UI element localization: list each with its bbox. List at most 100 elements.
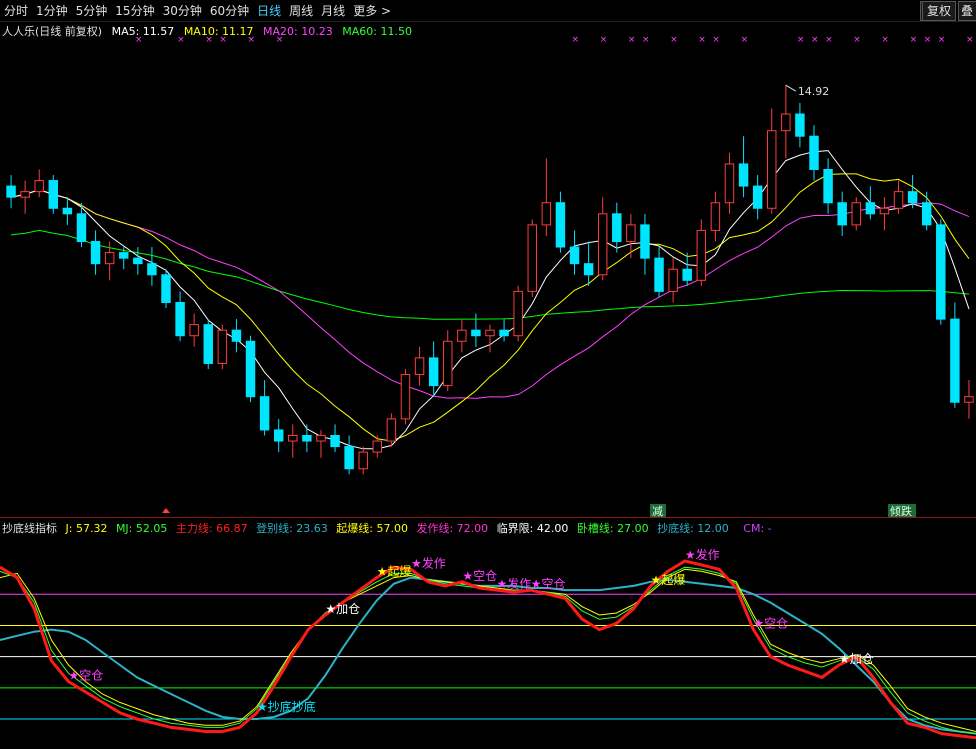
candle	[485, 324, 495, 353]
ma20-line	[10, 189, 970, 399]
candle-body	[851, 202, 861, 226]
candle	[6, 175, 16, 209]
candle-body	[386, 418, 397, 442]
tab-monthly[interactable]: 月线	[317, 2, 349, 19]
candle	[273, 418, 284, 453]
signal-label: ★发作	[497, 576, 532, 591]
candle	[386, 413, 397, 447]
candle	[795, 102, 805, 148]
candle	[823, 158, 833, 214]
candle	[809, 125, 819, 181]
candle-body	[344, 446, 354, 470]
sell-x-marker: ×	[670, 35, 678, 45]
tab-30min[interactable]: 30分钟	[159, 2, 206, 19]
candle-body	[921, 202, 932, 226]
candle-body	[175, 301, 185, 337]
candle-body	[90, 241, 101, 265]
candle	[189, 313, 199, 347]
candle-body	[104, 252, 115, 265]
indicator-series-line	[0, 559, 976, 740]
candle-body	[372, 440, 383, 453]
candle-body	[879, 207, 890, 215]
indicator-series-line	[0, 576, 976, 735]
candle-body	[217, 329, 228, 364]
sell-x-marker: ×	[938, 35, 946, 45]
candle	[259, 380, 270, 436]
indicator-chart[interactable]: ★空仓★加仓★起爆★发作★空仓★发作 ★空仓 ★起爆★发作★空仓★加仓★抄底抄底	[0, 532, 976, 749]
candle-body	[640, 224, 650, 259]
tab-5min[interactable]: 5分钟	[72, 2, 112, 19]
pane-divider[interactable]	[0, 517, 976, 518]
candle-body	[569, 246, 580, 265]
candle-body	[597, 213, 608, 276]
sell-x-marker: ×	[966, 35, 974, 45]
candle-body	[767, 130, 777, 209]
candle-body	[471, 329, 481, 337]
tab-15min[interactable]: 15分钟	[111, 2, 158, 19]
candle-body	[809, 135, 819, 170]
candle	[316, 429, 326, 458]
candle-body	[203, 324, 213, 364]
sell-x-marker: ×	[219, 35, 227, 45]
candle-body	[612, 213, 622, 243]
ma10-line	[10, 173, 970, 442]
tab-weekly[interactable]: 周线	[285, 2, 317, 19]
tab-1min[interactable]: 1分钟	[32, 2, 72, 19]
candle-body	[710, 202, 721, 231]
candle	[527, 219, 537, 297]
overlay-button[interactable]: 叠	[958, 1, 976, 21]
candle-body	[288, 434, 298, 442]
chevron-right-icon: >	[381, 4, 392, 18]
candlestick-chart[interactable]: 14.92 × × × × × × × × × × × × × × × × × × × × × × × 减 倾跌	[0, 32, 976, 517]
candle-body	[795, 113, 805, 137]
candle	[865, 186, 876, 220]
candle-body	[837, 202, 847, 226]
candle-body	[133, 257, 143, 265]
candle	[90, 230, 101, 275]
restore-rights-button[interactable]: 复权	[922, 1, 957, 21]
indicator-series-line	[0, 566, 976, 735]
signal-label: ★发作	[685, 547, 720, 562]
candle	[851, 197, 861, 231]
candle-body	[752, 185, 763, 209]
candle-body	[682, 268, 692, 281]
candle	[330, 424, 340, 453]
candle	[837, 191, 847, 236]
sell-x-marker: ×	[741, 35, 749, 45]
candle-body	[555, 202, 566, 248]
candle-body	[302, 434, 312, 442]
candle	[133, 247, 143, 275]
candle	[175, 291, 185, 342]
candle	[471, 313, 481, 347]
candle-body	[273, 429, 284, 442]
sell-x-marker: ×	[797, 35, 805, 45]
high-label: 14.92	[798, 85, 830, 98]
candle	[34, 169, 44, 198]
tab-more[interactable]: 更多 >	[349, 2, 395, 19]
candle	[147, 247, 157, 286]
tab-60min[interactable]: 60分钟	[206, 2, 253, 19]
tab-daily[interactable]: 日线	[253, 2, 285, 19]
candle	[288, 424, 298, 458]
candle	[62, 197, 73, 225]
candle-body	[76, 213, 87, 243]
candle-body	[443, 340, 453, 387]
sell-x-marker: ×	[135, 35, 143, 45]
high-marker-line	[785, 84, 797, 92]
candle-body	[189, 324, 199, 337]
candle	[597, 197, 608, 281]
candle-body	[147, 263, 157, 276]
candle-body	[936, 224, 946, 320]
candle-body	[457, 329, 467, 342]
candle-body	[358, 451, 368, 470]
candle	[626, 213, 636, 259]
candle-body	[513, 290, 523, 337]
sell-x-marker: ×	[698, 35, 706, 45]
candle	[203, 319, 213, 369]
candle-body	[499, 329, 509, 337]
candle	[781, 85, 791, 159]
candle-body	[400, 374, 411, 420]
sell-x-marker: ×	[853, 35, 861, 45]
candle-body	[231, 329, 242, 342]
tab-fenshi[interactable]: 分时	[0, 2, 32, 19]
